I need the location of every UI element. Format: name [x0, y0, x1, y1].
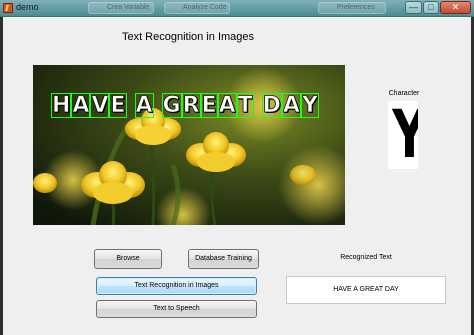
page-title: Text Recognition in Images: [121, 31, 255, 43]
maximize-button[interactable]: □: [423, 1, 439, 14]
character-label: Character: [388, 90, 420, 97]
detected-character-box: A: [281, 93, 301, 118]
background-tab-crea-variable: Crea Variable: [88, 2, 154, 14]
recognized-text-label: Recognized Text: [340, 254, 392, 261]
text-to-speech-button[interactable]: Text to Speech: [96, 300, 257, 318]
recognized-text-field[interactable]: HAVE A GREAT DAY: [286, 276, 446, 304]
flower-photo: [33, 65, 345, 225]
demo-window: demo Crea Variable Analyze Code Preferen…: [0, 0, 474, 335]
character-gap: [254, 93, 262, 118]
detected-character-box: V: [90, 93, 110, 118]
detected-character-box: D: [261, 93, 282, 118]
detected-characters: HAVEAGREATDAY: [51, 93, 319, 118]
background-tab-analyze-code: Analyze Code: [164, 2, 230, 14]
detected-character-box: E: [200, 93, 218, 118]
window-title: demo: [16, 2, 39, 12]
minimize-icon: —: [409, 2, 418, 12]
character-gap: [154, 93, 162, 118]
maximize-icon: □: [428, 2, 434, 12]
image-axes: HAVEAGREATDAY: [33, 65, 345, 225]
character-gap: [127, 93, 135, 118]
detected-character-box: Y: [300, 93, 319, 118]
close-icon: ✕: [451, 2, 460, 12]
matlab-figure-icon: [3, 3, 13, 13]
database-training-button[interactable]: Database Training: [188, 249, 259, 269]
figure-client-area: Text Recognition in Images H A V E A G R…: [3, 17, 471, 335]
detected-character-box: H: [51, 93, 72, 118]
detected-character-box: T: [236, 93, 254, 118]
character-glyph: Y: [392, 101, 418, 169]
background-tab-preferences: Preferences: [318, 2, 386, 14]
detected-character-box: E: [109, 93, 127, 118]
detected-character-box: A: [134, 93, 154, 118]
detected-character-box: G: [161, 93, 182, 118]
detected-character-box: A: [217, 93, 237, 118]
character-preview: Y: [388, 101, 418, 169]
browse-button[interactable]: Browse: [94, 249, 162, 269]
detected-character-box: R: [181, 93, 201, 118]
detected-character-box: A: [71, 93, 91, 118]
title-bar[interactable]: demo Crea Variable Analyze Code Preferen…: [0, 0, 474, 17]
text-recognition-button[interactable]: Text Recognition in Images: [96, 277, 257, 295]
close-button[interactable]: ✕: [440, 1, 471, 14]
minimize-button[interactable]: —: [405, 1, 422, 14]
